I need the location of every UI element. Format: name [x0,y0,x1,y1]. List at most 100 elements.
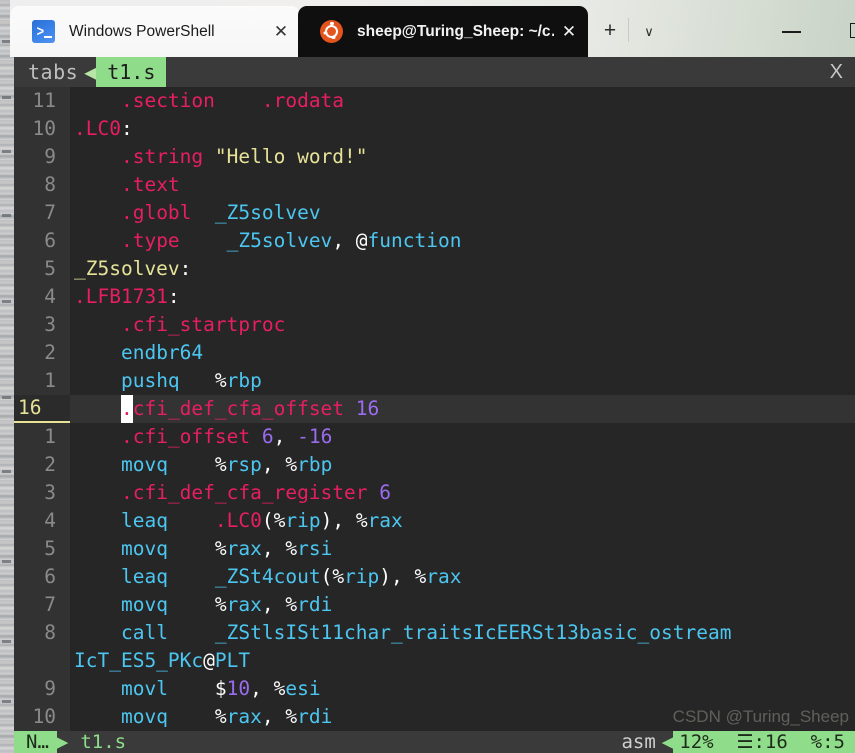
new-tab-plus-icon[interactable]: + [593,16,627,46]
code-token: , % [250,677,286,700]
code-line[interactable]: 7 .globl _Z5solvev [14,199,855,227]
code-token: .globl [120,201,192,224]
code-line[interactable]: 5 _Z5solvev: [14,255,855,283]
maximize-button[interactable] [835,10,855,52]
line-number: 8 [14,619,70,647]
code-line[interactable]: 2 endbr64 [14,339,855,367]
code-line-text: .string "Hello word!" [70,143,855,171]
code-token: rip [344,565,380,588]
code-line[interactable]: IcT_ES5_PKc@PLT [14,647,855,675]
chevron-down-icon[interactable]: ∨ [628,16,666,46]
code-line-cursor[interactable]: 16 .cfi_def_cfa_offset 16 [14,395,855,423]
code-token: , @ [332,229,368,252]
code-line[interactable]: 8 .text [14,171,855,199]
code-line[interactable]: 9 .string "Hello word!" [14,143,855,171]
code-token: rax [226,537,262,560]
code-line[interactable]: 10 movq %rax, %rdi [14,703,855,731]
code-line[interactable]: 1 pushq %rbp [14,367,855,395]
code-token: -16 [297,425,333,448]
code-token: rbp [226,369,262,392]
code-token: rdi [297,593,333,616]
code-line[interactable]: 7 movq %rax, %rdi [14,591,855,619]
code-token: % [167,453,227,476]
tabline-close-icon[interactable]: X [830,61,855,84]
code-line-text: .section .rodata [70,87,855,115]
code-token: , % [261,453,298,476]
statusline-arrow-left-icon: ◀ [661,731,674,753]
line-number: 1 [14,423,70,451]
code-line-text: IcT_ES5_PKc@PLT [70,647,855,675]
code-line[interactable]: 6 leaq _ZSt4cout(%rip), %rax [14,563,855,591]
vim-tabline: tabs ◀ t1.s X [14,57,855,88]
code-token: rax [367,509,403,532]
code-line[interactable]: 11 .section .rodata [14,87,855,115]
code-line-text: .cfi_startproc [70,311,855,339]
minimize-button[interactable] [769,10,815,52]
line-number: 6 [14,563,70,591]
code-token: esi [285,677,321,700]
code-line-text: .cfi_def_cfa_offset 16 [70,395,855,423]
code-token: % [167,705,227,728]
tab-title-ubuntu: sheep@Turing_Sheep: ~/c… [357,22,554,40]
code-token: movq [120,593,168,616]
code-line[interactable]: 3 .cfi_def_cfa_register 6 [14,479,855,507]
code-line[interactable]: 2 movq %rsp, %rbp [14,451,855,479]
code-token: _Z5solvev [226,229,333,252]
code-line[interactable]: 4 leaq .LC0(%rip), %rax [14,507,855,535]
line-number: 5 [14,255,70,283]
code-line[interactable]: 1 .cfi_offset 6, -16 [14,423,855,451]
code-line[interactable]: 9 movl $10, %esi [14,675,855,703]
code-line[interactable]: 6 .type _Z5solvev, @function [14,227,855,255]
code-token: . [120,395,133,423]
code-token: .cfi_startproc [120,313,286,336]
line-number: 7 [14,199,70,227]
code-token: rbp [297,453,333,476]
code-line-text: leaq .LC0(%rip), %rax [70,507,855,535]
tab-close-powershell-icon[interactable]: ✕ [266,22,296,42]
code-token: .cfi_def_cfa_register [120,481,368,504]
code-line[interactable]: 10 .LC0: [14,115,855,143]
code-token: endbr64 [120,341,204,364]
code-token: movq [120,705,168,728]
line-number: 2 [14,451,70,479]
vim-tab-t1s[interactable]: t1.s [96,57,167,88]
code-token: .rodata [261,89,345,112]
code-token: .section [120,89,215,112]
code-token: _ZSt4cout [214,565,321,588]
tab-close-ubuntu-icon[interactable]: ✕ [554,22,584,42]
code-token: (% [320,565,345,588]
code-token: rsi [297,537,333,560]
code-token: rip [285,509,321,532]
code-line[interactable]: 5 movq %rax, %rsi [14,535,855,563]
line-number: 5 [14,535,70,563]
statusline-arrow-right-icon: ▶ [56,731,69,753]
tab-windows-powershell[interactable]: Windows PowerShell ✕ [10,6,300,57]
code-token: _Z5solvev [214,201,321,224]
code-line-text: movl $10, %esi [70,675,855,703]
code-token: .type [120,229,180,252]
statusline-filename: t1.s [80,731,127,753]
code-line[interactable]: 3 .cfi_startproc [14,311,855,339]
code-line-text: _Z5solvev: [70,255,855,283]
line-number: 10 [14,703,70,731]
tab-ubuntu-sheep[interactable]: sheep@Turing_Sheep: ~/c… ✕ [298,6,588,57]
code-token: function [367,229,462,252]
tabline-label: tabs [28,60,79,84]
code-line-text: .LFB1731: [70,283,855,311]
code-line[interactable]: 8 call _ZStlsISt11char_traitsIcEERSt13ba… [14,619,855,647]
vim-buffer-t1s[interactable]: 11 .section .rodata 10 .LC0: 9 .string "Hel… [14,87,855,731]
terminal-content[interactable]: tabs ◀ t1.s X 11 .section .rodata 10 .LC0:… [14,57,855,753]
code-token: "Hello word!" [214,145,368,168]
code-line[interactable]: 4 .LFB1731: [14,283,855,311]
code-token: rax [226,705,262,728]
